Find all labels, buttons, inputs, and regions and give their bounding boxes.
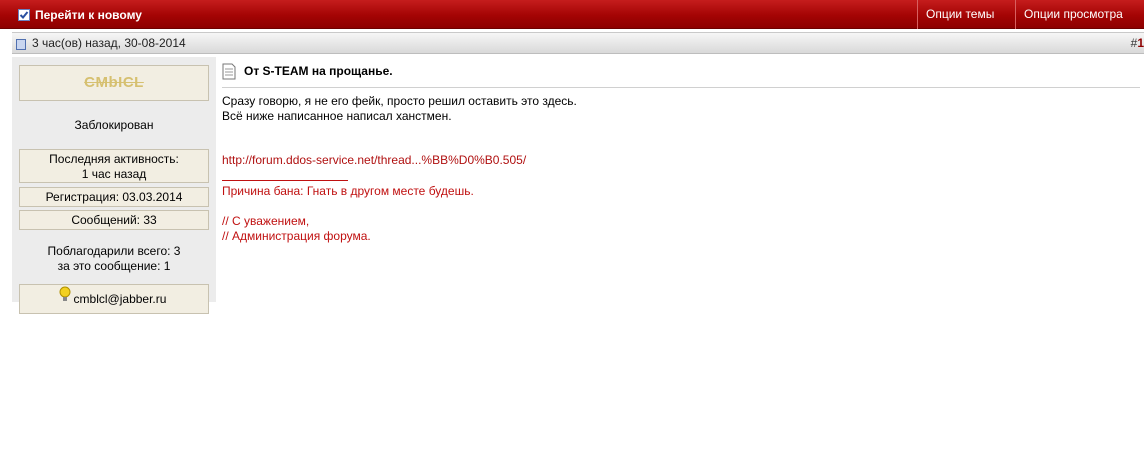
moderator-divider [222, 180, 348, 181]
user-status: Заблокирован [74, 118, 154, 132]
post-header: 3 час(ов) назад, 30-08-2014 #1 [12, 32, 1144, 54]
ban-reason: Причина бана: Гнать в другом месте будеш… [222, 184, 474, 198]
last-activity-value: 1 час назад [81, 167, 147, 181]
post-number-link[interactable]: #1 [1131, 36, 1144, 50]
goto-new-label: Перейти к новому [35, 8, 142, 22]
title-divider [222, 87, 1140, 88]
view-options-menu[interactable]: Опции просмотра [1015, 0, 1144, 46]
document-icon [222, 63, 236, 80]
username-link[interactable]: CMbICL [19, 65, 209, 101]
user-info-panel: CMbICL Заблокирован Последняя активность… [12, 57, 216, 314]
jabber-contact[interactable]: cmblcl@jabber.ru [19, 284, 209, 314]
goto-new-link[interactable]: Перейти к новому [18, 7, 142, 23]
signature-line: // С уважением, [222, 214, 310, 228]
thanks-total: Поблагодарили всего: 3 [47, 244, 181, 258]
jabber-address: cmblcl@jabber.ru [73, 292, 167, 306]
post-icon [16, 39, 26, 50]
thanks-post: за это сообщение: 1 [57, 259, 171, 273]
thread-options-label: Опции темы [926, 7, 995, 21]
thread-options-menu[interactable]: Опции темы [917, 0, 1016, 46]
post-text-line: Всё ниже написанное написал ханстмен. [222, 109, 452, 123]
post-title: От S-TEAM на прощанье. [244, 64, 393, 78]
thanks-info: Поблагодарили всего: 3 за это сообщение:… [12, 244, 216, 274]
last-activity-label: Последняя активность: [49, 152, 179, 166]
signature-line: // Администрация форума. [222, 229, 371, 243]
post-number: 1 [1137, 36, 1144, 50]
view-options-label: Опции просмотра [1024, 7, 1123, 21]
top-navbar: Перейти к новому Опции темы Опции просмо… [0, 0, 1144, 46]
last-activity-box: Последняя активность: 1 час назад [19, 149, 209, 183]
post-date: 3 час(ов) назад, 30-08-2014 [32, 36, 186, 50]
thread-link[interactable]: http://forum.ddos-service.net/thread...%… [222, 153, 526, 167]
checkbox-icon [18, 9, 30, 21]
post-text-line: Сразу говорю, я не его фейк, просто реши… [222, 94, 577, 108]
registration-date: Регистрация: 03.03.2014 [19, 187, 209, 207]
lightbulb-icon [59, 286, 71, 301]
message-count: Сообщений: 33 [19, 210, 209, 230]
